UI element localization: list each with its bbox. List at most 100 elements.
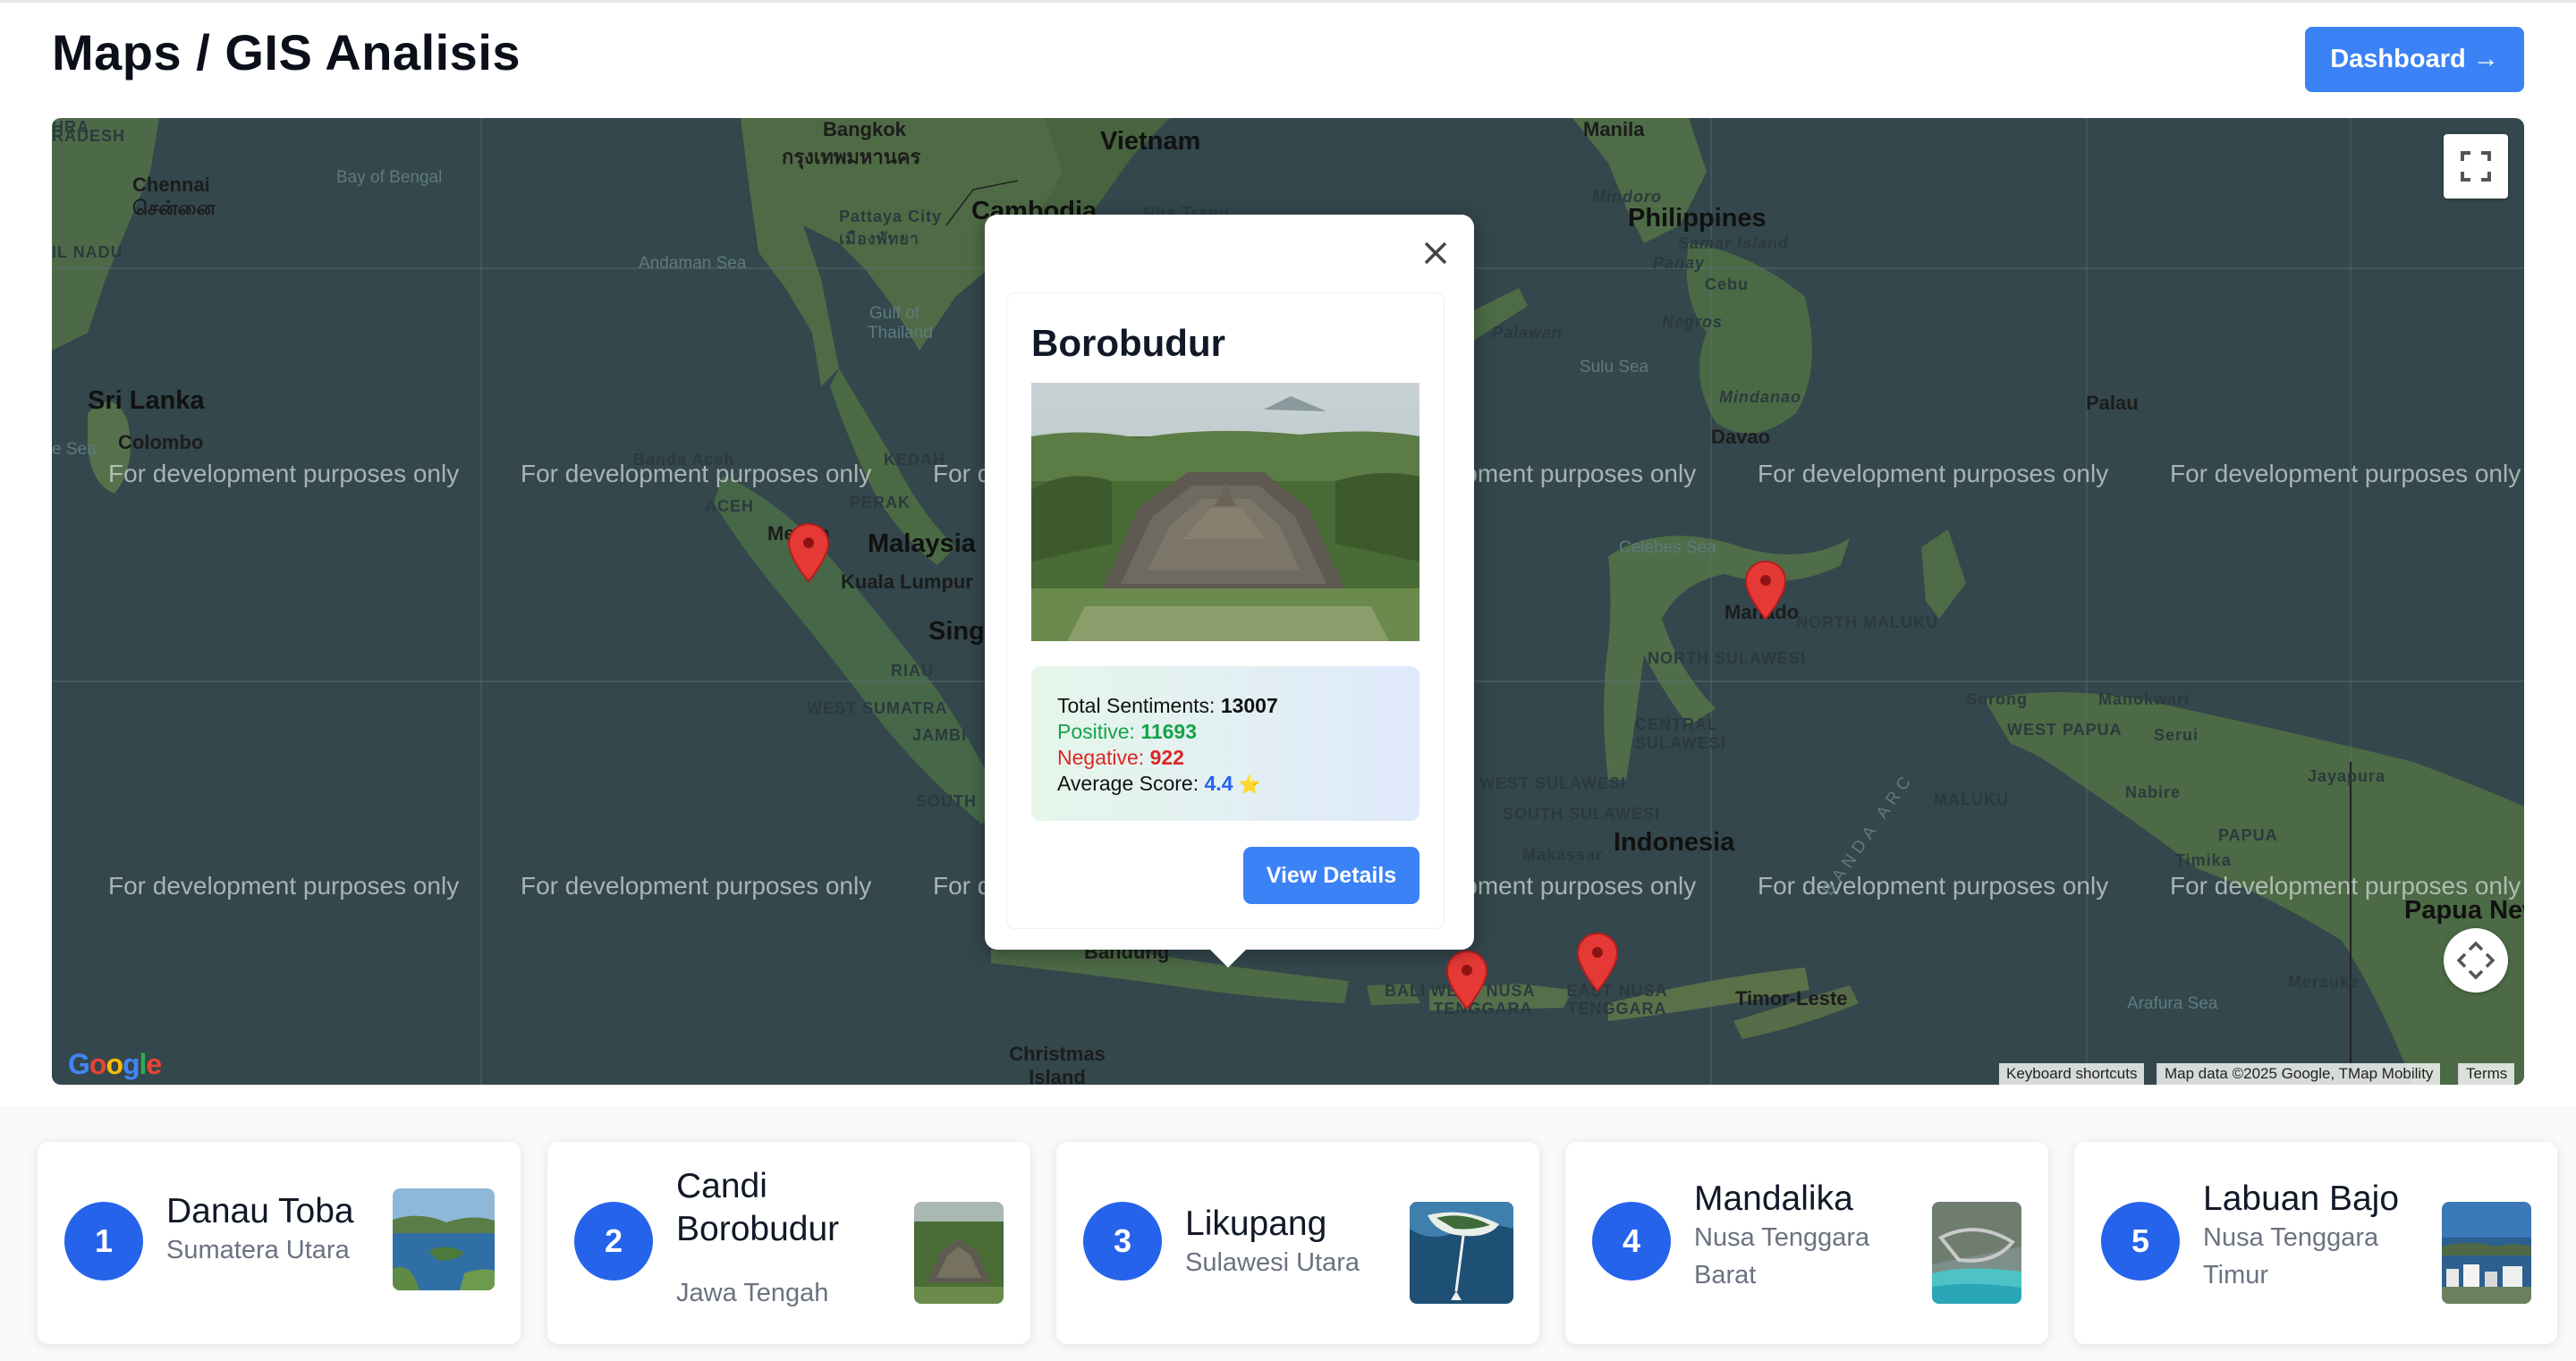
map-label: Manokwari [2098, 690, 2190, 708]
destination-region: Nusa Tenggara Barat [1694, 1223, 1870, 1289]
map-label: Banda Aceh [633, 451, 735, 469]
total-sentiments-value: 13007 [1220, 694, 1278, 717]
map-label: WEST SUMATRA [807, 699, 948, 717]
dashboard-button[interactable]: Dashboard → [2305, 27, 2524, 92]
close-icon [1424, 241, 1447, 265]
average-score-value: 4.4 [1204, 772, 1233, 795]
map-label: Timika [2175, 851, 2232, 869]
map-watermark: For development purposes only [108, 872, 460, 900]
map-label: Christmas Island [1009, 1043, 1106, 1085]
map-label: சென்னை [132, 197, 216, 219]
destination-thumbnail [1932, 1202, 2021, 1304]
map-label: JAMBI [912, 726, 968, 744]
map-label: Palau [2086, 392, 2139, 414]
map-label: KEDAH [884, 451, 946, 469]
negative-label: Negative: [1057, 746, 1145, 769]
map-label: Papua New Gui [2404, 896, 2524, 925]
destination-name: Likupang [1185, 1205, 1327, 1243]
destination-region: Nusa Tenggara Timur [2203, 1223, 2379, 1289]
map-watermark: For development purposes only [108, 460, 460, 487]
move-arrows-icon [2456, 941, 2496, 980]
map-label: Gulf of Thailand [868, 304, 933, 342]
map-label: เมืองพัทยา [839, 230, 920, 248]
map-label: ACEH [705, 497, 755, 515]
google-logo: Google [68, 1048, 162, 1080]
map-label: Makassar [1522, 846, 1604, 864]
positive-label: Positive: [1057, 720, 1135, 743]
map-label: Palawan [1492, 324, 1563, 342]
rank-badge: 5 [2101, 1202, 2180, 1281]
map-watermark: For development purposes only [521, 872, 872, 900]
destination-card-2[interactable]: 2 Candi Borobudur Jawa Tengah [547, 1142, 1030, 1344]
map-label: Sri Lanka [88, 386, 205, 415]
map-label: Timor-Leste [1735, 987, 1848, 1010]
map-marker-labuan-bajo[interactable] [1576, 932, 1619, 993]
map-label: Malaysia [868, 529, 976, 558]
destination-name: Labuan Bajo [2203, 1179, 2400, 1218]
map-label: กรุงเทพมหานคร [782, 146, 921, 168]
map-label: BALI [1385, 982, 1426, 1000]
map-marker-likupang[interactable] [1744, 560, 1787, 621]
destination-thumbnail [2442, 1202, 2531, 1304]
map-watermark: For development purposes only [2170, 460, 2521, 487]
destination-thumbnail [914, 1202, 1004, 1304]
keyboard-shortcuts-link[interactable]: Keyboard shortcuts [1999, 1063, 2145, 1085]
map-label: Samar Island [1678, 234, 1790, 252]
map-label: Merauke [2288, 973, 2360, 991]
map-label: Manila [1583, 118, 1645, 140]
map-label: Sulu Sea [1580, 358, 1649, 376]
map-label: Pattaya City [839, 207, 943, 225]
map-label: Negros [1662, 313, 1724, 331]
map-label: Sorong [1966, 690, 2028, 708]
map-label: Bay of Bengal [336, 168, 443, 187]
map-label: PERAK [850, 494, 911, 511]
destination-region: Sulawesi Utara [1185, 1248, 1360, 1277]
map-label: Andaman Sea [639, 254, 747, 273]
top-border [0, 0, 2576, 3]
rank-badge: 4 [1592, 1202, 1671, 1281]
destination-card-3[interactable]: 3 Likupang Sulawesi Utara [1056, 1142, 1539, 1344]
map-label: RADESH [52, 127, 126, 145]
map-label: Indonesia [1614, 828, 1735, 857]
map-label: Kuala Lumpur [841, 571, 973, 593]
fullscreen-icon [2461, 151, 2491, 182]
destination-region: Jawa Tengah [676, 1279, 829, 1307]
destination-region: Sumatera Utara [166, 1236, 350, 1264]
fullscreen-button[interactable] [2444, 134, 2508, 199]
negative-value: 922 [1149, 746, 1184, 769]
map-label: e Sea [52, 440, 97, 459]
destination-card-1[interactable]: 1 Danau Toba Sumatera Utara [38, 1142, 521, 1344]
map-label: Nabire [2125, 783, 2182, 801]
map-label: NORTH SULAWESI [1648, 649, 1807, 667]
map-watermark: For development purposes only [1758, 460, 2109, 487]
map-label: NORTH MALUKU [1796, 613, 1938, 631]
view-details-label: View Details [1266, 862, 1397, 888]
destination-thumbnail [393, 1188, 495, 1290]
destination-thumbnail [1410, 1202, 1513, 1304]
popup-title: Borobudur [1031, 322, 1225, 364]
close-button[interactable] [1413, 231, 1458, 275]
info-window-tail [1208, 948, 1248, 968]
rank-badge: 2 [574, 1202, 653, 1281]
dashboard-button-label: Dashboard → [2330, 45, 2499, 73]
map-label: IL NADU [52, 243, 123, 261]
view-details-button[interactable]: View Details [1243, 847, 1419, 904]
map-marker-danau-toba[interactable] [787, 522, 830, 583]
map-marker-mandalika[interactable] [1445, 950, 1488, 1010]
map-label: Cebu [1705, 275, 1749, 293]
terms-link[interactable]: Terms [2458, 1063, 2515, 1085]
map-label: Panay [1653, 254, 1706, 272]
map-label: Arafura Sea [2127, 994, 2218, 1013]
camera-control-button[interactable] [2444, 928, 2508, 993]
map-label: Jayapura [2308, 767, 2386, 785]
map-label: Vietnam [1100, 127, 1201, 156]
map-label: SOUTH SULAWESI [1503, 805, 1661, 823]
destination-card-5[interactable]: 5 Labuan Bajo Nusa Tenggara Timur [2074, 1142, 2557, 1344]
map-label: Mindanao [1719, 388, 1801, 406]
map-label: Serui [2154, 726, 2199, 744]
map-label: WEST PAPUA [2007, 721, 2123, 739]
rank-badge: 3 [1083, 1202, 1162, 1281]
map-label: Colombo [118, 431, 204, 453]
destination-card-4[interactable]: 4 Mandalika Nusa Tenggara Barat [1565, 1142, 2048, 1344]
map-label: MALUKU [1934, 790, 2009, 808]
